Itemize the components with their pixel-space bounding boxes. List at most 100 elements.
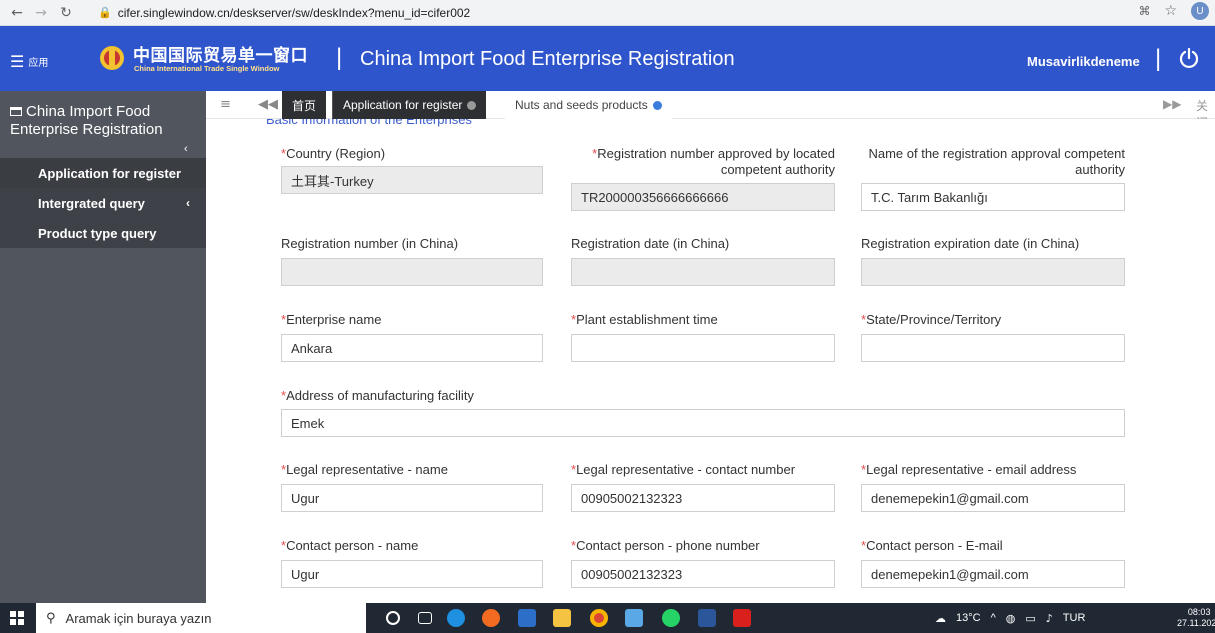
- power-icon[interactable]: [1178, 47, 1200, 69]
- sidebar-item-label: Intergrated query: [38, 195, 145, 211]
- input-language[interactable]: TUR: [1063, 612, 1086, 624]
- app-menu-label: 应用: [28, 58, 49, 69]
- reg-number-local-field[interactable]: TR200000356666666666: [571, 183, 835, 211]
- taskbar-search[interactable]: ⚲ Aramak için buraya yazın: [36, 603, 366, 633]
- list-icon[interactable]: ≡: [220, 97, 231, 112]
- tab-label: Nuts and seeds products: [515, 98, 648, 112]
- vpn-shield-icon[interactable]: [625, 609, 643, 627]
- page-title: China Import Food Enterprise Registratio…: [360, 48, 735, 70]
- hamburger-icon: ☰: [10, 52, 25, 71]
- reload-icon[interactable]: ↻: [55, 2, 77, 24]
- contact-phone-field[interactable]: 00905002132323: [571, 560, 835, 588]
- acrobat-icon[interactable]: [733, 609, 751, 627]
- tray-chevron-up-icon[interactable]: ^: [991, 612, 996, 624]
- windows-taskbar: ⚲ Aramak için buraya yazın ☁ 13°C ^ ◍ ▭ …: [0, 603, 1215, 633]
- sidebar-collapse-icon[interactable]: ‹: [184, 143, 188, 155]
- reg-expiry-china-field[interactable]: [861, 258, 1125, 286]
- scroll-right-icon[interactable]: ▶▶: [1163, 97, 1181, 111]
- reg-number-local-label: *Registration number approved by located…: [592, 146, 835, 177]
- legal-name-field[interactable]: Ugur: [281, 484, 543, 512]
- taskbar-search-placeholder: Aramak için buraya yazın: [65, 610, 212, 626]
- lock-icon: 🔒: [98, 7, 112, 19]
- reg-date-china-label: Registration date (in China): [571, 236, 730, 251]
- word-icon[interactable]: [698, 609, 716, 627]
- firefox-icon[interactable]: [482, 609, 500, 627]
- profile-avatar[interactable]: U: [1191, 2, 1209, 20]
- bookmark-star-icon[interactable]: ☆: [1164, 3, 1177, 19]
- reg-date-china-field[interactable]: [571, 258, 835, 286]
- sidebar-item-label: Application for register: [38, 165, 182, 181]
- task-view-icon[interactable]: [418, 612, 432, 624]
- sidebar-item-intergrated-query[interactable]: Intergrated query ‹: [0, 188, 206, 218]
- section-title: Basic Information of the Enterprises: [266, 119, 472, 127]
- plant-time-field[interactable]: [571, 334, 835, 362]
- scroll-left-icon[interactable]: ◀◀: [258, 97, 278, 112]
- legal-phone-label: *Legal representative - contact number: [571, 462, 796, 477]
- cortana-icon[interactable]: [386, 611, 400, 625]
- registration-form: Basic Information of the Enterprises *Co…: [206, 119, 1215, 603]
- close-tab-icon[interactable]: [467, 100, 477, 110]
- system-tray: ☁ 13°C ^ ◍ ▭ ♪ TUR: [935, 603, 1085, 633]
- store-icon[interactable]: [518, 609, 536, 627]
- state-field[interactable]: [861, 334, 1125, 362]
- contact-name-field[interactable]: Ugur: [281, 560, 543, 588]
- tab-label: 首页: [292, 98, 317, 113]
- address-field[interactable]: Emek: [281, 409, 1125, 437]
- user-separator: |: [1155, 45, 1162, 72]
- reg-number-china-field[interactable]: [281, 258, 543, 286]
- legal-email-label: *Legal representative - email address: [861, 462, 1077, 477]
- reg-expiry-china-label: Registration expiration date (in China): [861, 236, 1080, 251]
- enterprise-name-field[interactable]: Ankara: [281, 334, 543, 362]
- reg-number-china-label: Registration number (in China): [281, 236, 459, 251]
- windows-start-icon[interactable]: [10, 611, 24, 625]
- search-icon: ⚲: [46, 610, 56, 626]
- country-field[interactable]: 土耳其-Turkey: [281, 166, 543, 194]
- brand-name-en: China International Trade Single Window: [134, 64, 280, 73]
- address-bar[interactable]: 🔒 cifer.singlewindow.cn/deskserver/sw/de…: [98, 2, 1160, 23]
- sidebar-item-application-for-register[interactable]: Application for register: [0, 158, 206, 188]
- close-tab-icon[interactable]: [652, 100, 662, 110]
- clock-date: 27.11.2021: [1177, 618, 1215, 628]
- battery-icon[interactable]: ▭: [1025, 612, 1035, 625]
- file-explorer-icon[interactable]: [553, 609, 571, 627]
- approval-authority-field[interactable]: T.C. Tarım Bakanlığı: [861, 183, 1125, 211]
- network-icon[interactable]: ◍: [1006, 612, 1016, 625]
- state-label: *State/Province/Territory: [861, 312, 1002, 327]
- back-arrow-icon[interactable]: ←: [6, 2, 28, 24]
- enterprise-name-label: *Enterprise name: [281, 312, 382, 327]
- chevron-left-icon: ‹: [186, 196, 190, 210]
- legal-email-field[interactable]: denemepekin1@gmail.com: [861, 484, 1125, 512]
- browser-toolbar: ← → ↻ 🔒 cifer.singlewindow.cn/deskserver…: [0, 0, 1215, 26]
- contact-email-field[interactable]: denemepekin1@gmail.com: [861, 560, 1125, 588]
- tab-application-for-register[interactable]: Application for register: [332, 91, 487, 119]
- chrome-icon[interactable]: [590, 609, 608, 627]
- sidebar: China Import Food Enterprise Registratio…: [0, 91, 206, 603]
- url-text: cifer.singlewindow.cn/deskserver/sw/desk…: [117, 5, 471, 20]
- temperature[interactable]: 13°C: [956, 612, 981, 624]
- whatsapp-icon[interactable]: [662, 609, 680, 627]
- user-name[interactable]: Musavirlikdeneme: [1027, 54, 1140, 69]
- edge-icon[interactable]: [447, 609, 465, 627]
- browser-actions: ⌘ ☆ U: [1138, 2, 1209, 20]
- sidebar-module-icon: [10, 107, 22, 116]
- approval-authority-label: Name of the registration approval compet…: [868, 146, 1125, 177]
- tab-home[interactable]: 首页: [282, 91, 327, 119]
- single-window-logo-icon: [100, 46, 124, 70]
- tab-nuts-and-seeds-products[interactable]: Nuts and seeds products: [505, 91, 672, 119]
- app-header: ☰ 应用 中国国际贸易单一窗口 China International Trad…: [0, 26, 1215, 91]
- forward-arrow-icon[interactable]: →: [30, 2, 52, 24]
- tab-label: Application for register: [343, 98, 463, 112]
- sidebar-item-product-type-query[interactable]: Product type query: [0, 218, 206, 248]
- legal-name-label: *Legal representative - name: [281, 462, 448, 477]
- legal-phone-field[interactable]: 00905002132323: [571, 484, 835, 512]
- tab-bar: ≡ ◀◀ 首页 Application for register Nuts an…: [206, 91, 1215, 130]
- brand-name-cn: 中国国际贸易单一窗口: [133, 46, 308, 65]
- plant-time-label: *Plant establishment time: [571, 312, 718, 327]
- translate-icon[interactable]: ⌘: [1138, 4, 1150, 18]
- app-menu-toggle[interactable]: ☰ 应用: [10, 52, 48, 71]
- weather-cloud-icon[interactable]: ☁: [935, 612, 946, 625]
- volume-icon[interactable]: ♪: [1046, 612, 1053, 625]
- taskbar-clock[interactable]: 08:03 27.11.2021: [1177, 607, 1215, 629]
- address-label: *Address of manufacturing facility: [281, 388, 474, 403]
- sidebar-title: China Import Food Enterprise Registratio…: [10, 103, 163, 138]
